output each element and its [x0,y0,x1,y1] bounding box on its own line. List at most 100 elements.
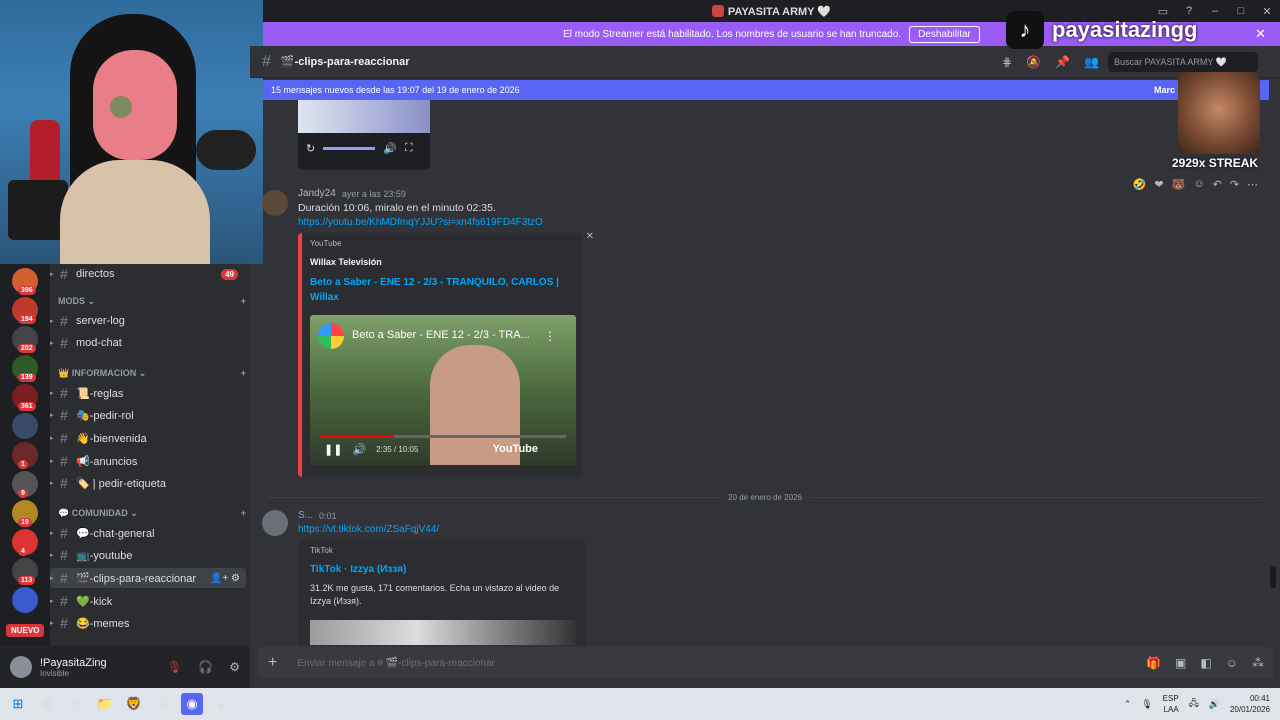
threads-icon[interactable]: ⋕ [1002,55,1012,69]
streak-image [1178,72,1260,154]
more-options-icon[interactable]: ⋯ [1247,178,1258,191]
maximize-button[interactable]: □ [1228,5,1254,17]
channel-kick[interactable]: ▸ # 💚-kick [50,591,246,611]
settings-gear-icon[interactable]: ⚙ [229,660,240,674]
server-mention-badge: 19 [18,518,32,527]
headphones-icon[interactable]: 🎧 [198,660,213,674]
channel-anuncios[interactable]: ▸ # 📢-anuncios [50,451,246,471]
fullscreen-icon[interactable]: ⛶ [405,142,413,155]
category-informacion[interactable]: 👑 INFORMACION ⌄ + [58,368,246,379]
user-avatar[interactable] [10,656,32,678]
message-link[interactable]: https://youtu.be/KhMDfmqYJJU?si=xn4fs619… [298,217,543,228]
add-reaction-icon[interactable]: ☺ [1193,178,1204,191]
minimize-button[interactable]: – [1202,5,1228,17]
widgets-icon[interactable]: ▤ [65,693,87,715]
clock[interactable]: 00:41 20/01/2026 [1230,693,1270,715]
notification-bell-icon[interactable]: 🔕 [1026,55,1041,69]
category-mods[interactable]: MODS ⌄ + [58,296,246,307]
pause-icon[interactable]: ❚❚ [324,443,342,456]
channel-chat-general[interactable]: ▸ # 💬-chat-general [50,523,246,543]
language-indicator[interactable]: ESP LAA [1163,693,1179,715]
reaction-custom-icon[interactable]: 🐻 [1172,178,1186,191]
sticker-icon[interactable]: ◧ [1200,656,1211,670]
discord-icon[interactable]: ◉ [181,693,203,715]
close-window-button[interactable]: ✕ [1254,5,1280,18]
pin-icon[interactable]: 📌 [1055,55,1070,69]
author-name[interactable]: S... [298,510,313,521]
volume-bar[interactable] [323,147,376,150]
attach-plus-icon[interactable]: + [268,654,277,672]
gift-icon[interactable]: 🎁 [1146,656,1161,670]
server-icon[interactable] [12,587,38,613]
tiktok-logo-icon: ♪ [1006,11,1044,49]
mark-read-button[interactable]: Marc [1154,85,1175,95]
channel-youtube[interactable]: ▸ # 📺-youtube [50,545,246,565]
server-mention-badge: 113 [18,576,36,585]
previous-video-player[interactable]: ↻ 🔊 ⛶ [298,100,430,170]
volume-icon[interactable]: 🔊 [383,142,397,155]
reaction-heart-icon[interactable]: ❤ [1154,178,1163,191]
new-badge[interactable]: NUEVO [6,624,45,637]
chat-scrollbar[interactable] [1270,566,1276,588]
members-icon[interactable]: 👥 [1084,55,1099,69]
composer-input[interactable]: Enviar mensaje a # 🎬-clips-para-reaccion… [297,658,495,669]
channel-clips-para-reaccionar[interactable]: ▸ # 🎬-clips-para-reaccionar 👤+ ⚙ [50,568,246,588]
close-embed-icon[interactable]: ✕ [586,231,594,242]
channel-name: 👋-bienvenida [76,432,147,445]
mic-muted-icon[interactable]: 🎙 [167,660,182,674]
message-text: Duración 10:06, miralo en el minuto 02:3… [298,202,496,214]
reply-icon[interactable]: ↶ [1213,178,1222,191]
channel-memes[interactable]: ▸ # 😂-memes [50,613,246,633]
emoji-icon[interactable]: ☺ [1226,656,1238,670]
replay-icon[interactable]: ↻ [306,142,315,155]
category-comunidad[interactable]: 💬 COMUNIDAD ⌄ + [58,508,246,519]
video-time: 2:35 / 10:05 [376,445,419,454]
obs-icon[interactable]: ● [210,693,232,715]
author-name[interactable]: Jandy24 [298,188,336,199]
channel-directos[interactable]: ▸ # directos 49 [50,264,246,284]
youtube-player[interactable]: Beto a Saber - ENE 12 - 2/3 - TRA... ⋮ ❚… [310,315,576,465]
embed-author[interactable]: Willax Televisión [310,257,382,267]
message-link[interactable]: https://vt.tiktok.com/ZSaFqjV44/ [298,524,439,535]
add-channel-icon[interactable]: + [241,296,246,307]
file-explorer-icon[interactable]: 📁 [94,693,116,715]
forward-icon[interactable]: ↷ [1230,178,1239,191]
windows-start-icon[interactable]: ⊞ [7,693,29,715]
author-avatar[interactable] [262,190,288,216]
hash-icon: # [60,547,68,563]
embed-title[interactable]: Beto a Saber - ENE 12 - 2/3 - TRANQUILO,… [310,275,560,305]
add-channel-icon[interactable]: + [241,368,246,379]
tray-mic-icon[interactable]: 🎙 [1141,699,1152,710]
channel-pedir-rol[interactable]: ▸ # 🎭-pedir-rol [50,405,246,425]
search-input[interactable]: Buscar PAYASITA ARMY 🤍 [1108,52,1258,72]
new-messages-bar[interactable]: 15 mensajes nuevos desde las 19:07 del 1… [263,80,1269,100]
channel-bienvenida[interactable]: ▸ # 👋-bienvenida [50,428,246,448]
volume-icon[interactable]: 🔊 [352,443,366,456]
channel-pedir-etiqueta[interactable]: ▸ # 🏷️ | pedir-etiqueta [50,473,246,493]
author-avatar[interactable] [262,510,288,536]
channel-reglas[interactable]: ▸ # 📜-reglas [50,383,246,403]
new-messages-text: 15 mensajes nuevos desde las 19:07 del 1… [271,85,520,95]
reaction-laugh-icon[interactable]: 🤣 [1133,178,1147,191]
message-composer[interactable]: + Enviar mensaje a # 🎬-clips-para-reacci… [258,647,1274,679]
disable-streamer-button[interactable]: Deshabilitar [909,25,980,43]
tray-chevron-icon[interactable]: ⌃ [1124,699,1132,710]
channel-server-log[interactable]: ▸ # server-log [50,311,246,331]
close-banner-icon[interactable]: ✕ [1255,26,1266,42]
apps-icon[interactable]: ⁂ [1252,656,1264,670]
task-view-icon[interactable]: ▣ [36,693,58,715]
brave-browser-icon[interactable]: 🦁 [123,693,145,715]
steam-icon[interactable]: ⚙ [152,693,174,715]
tiktok-thumbnail[interactable] [310,620,576,645]
invite-settings-icons[interactable]: 👤+ ⚙ [210,573,240,584]
channel-mod-chat[interactable]: ▸ # mod-chat [50,333,246,353]
network-icon[interactable]: 🖧 [1189,696,1199,712]
video-progress[interactable] [320,435,566,438]
add-channel-icon[interactable]: + [241,508,246,519]
embed-title[interactable]: TikTok · Izzya (Иззя) [310,562,560,577]
more-vert-icon[interactable]: ⋮ [544,329,556,343]
speaker-icon[interactable]: 🔊 [1209,699,1220,710]
youtube-brand[interactable]: YouTube [493,443,538,455]
gif-icon[interactable]: ▣ [1175,656,1186,670]
server-icon[interactable] [12,413,38,439]
